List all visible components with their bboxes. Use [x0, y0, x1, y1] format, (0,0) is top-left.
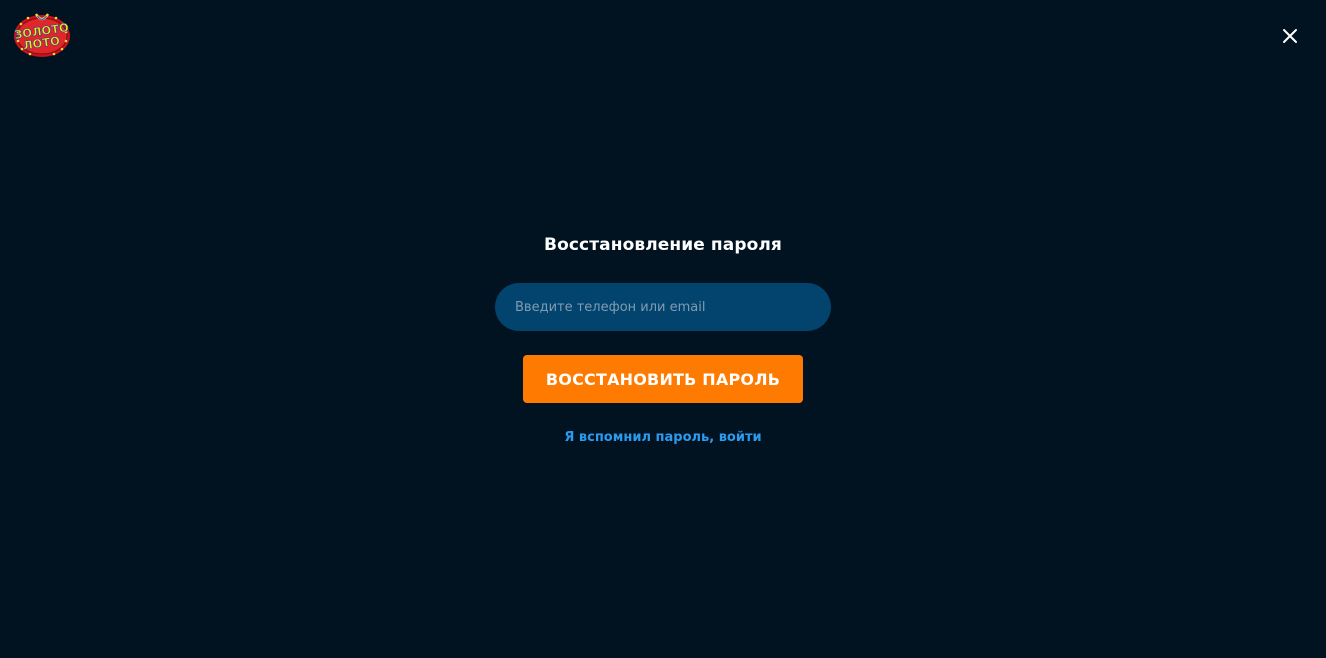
login-link[interactable]: Я вспомнил пароль, войти	[0, 430, 1326, 445]
password-recovery-form: Восстановление пароля ВОССТАНОВИТЬ ПАРОЛ…	[0, 0, 1326, 658]
recover-password-button[interactable]: ВОССТАНОВИТЬ ПАРОЛЬ	[523, 355, 803, 403]
phone-email-input[interactable]	[495, 283, 831, 331]
recovery-page: ЗОЛОТО ЛОТО Восстановление пароля ВОССТА…	[0, 0, 1326, 658]
page-title: Восстановление пароля	[544, 235, 782, 255]
